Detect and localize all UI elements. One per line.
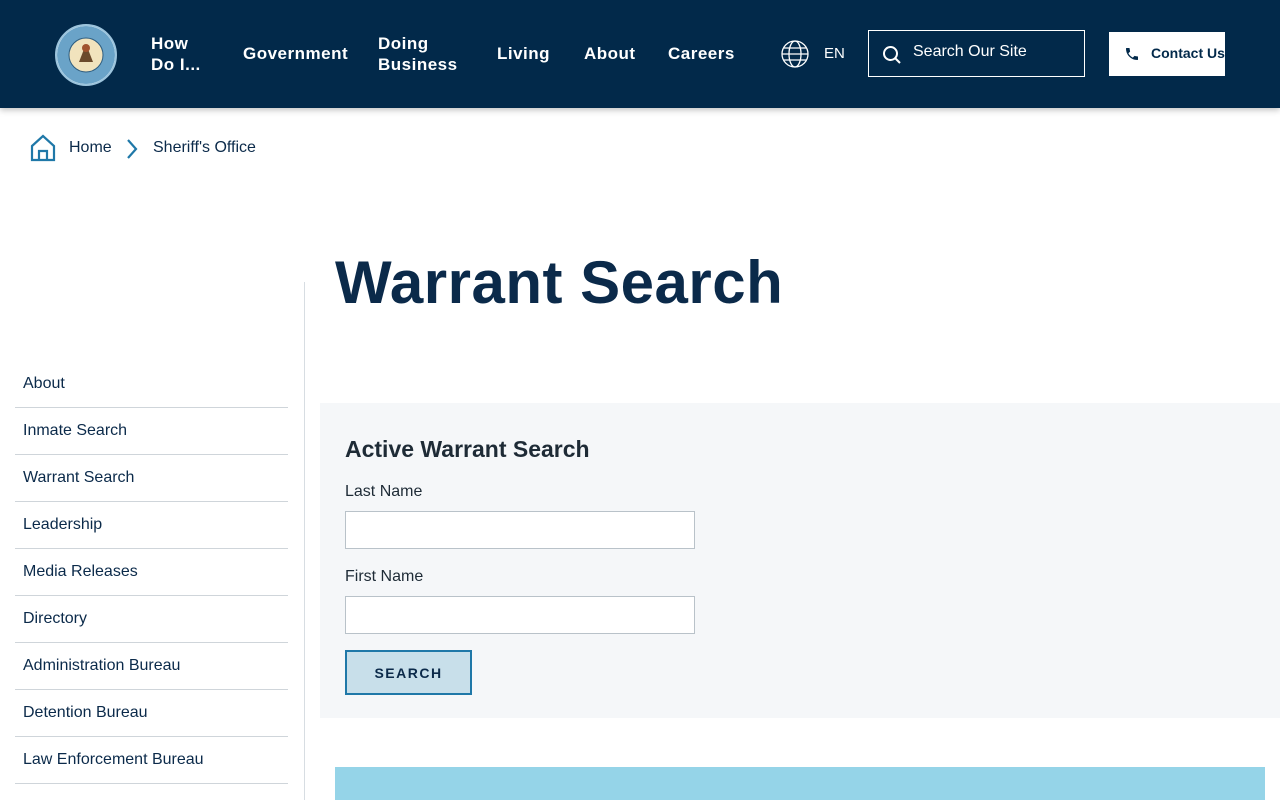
site-header: How Do I... Government Doing Business Li… <box>0 0 1280 108</box>
nav-label: Living <box>497 44 551 63</box>
sidebar-item-administration-bureau[interactable]: Administration Bureau <box>15 643 288 690</box>
search-placeholder: Search Our Site <box>913 43 1027 60</box>
sidebar-divider <box>304 282 305 800</box>
panel-title: Active Warrant Search <box>345 436 590 462</box>
nav-living[interactable]: Living <box>497 43 550 64</box>
nav-label: Business <box>378 55 458 74</box>
breadcrumb-home[interactable]: Home <box>69 139 112 157</box>
sidebar-item-label: Media Releases <box>23 563 138 580</box>
sidebar-item-detention-bureau[interactable]: Detention Bureau <box>15 690 288 737</box>
contact-us-button[interactable]: Contact Us <box>1109 32 1225 76</box>
site-search-input[interactable]: Search Our Site <box>868 30 1085 77</box>
sidebar-item-about[interactable]: About <box>15 361 288 408</box>
sidebar-item-law-enforcement-bureau[interactable]: Law Enforcement Bureau <box>15 737 288 784</box>
language-selector[interactable]: EN <box>824 45 845 62</box>
sidebar-item-inmate-search[interactable]: Inmate Search <box>15 408 288 455</box>
nav-how-do-i[interactable]: How Do I... <box>151 33 201 75</box>
globe-icon[interactable] <box>780 39 810 69</box>
nav-label: Doing <box>378 34 429 53</box>
nav-label: About <box>584 44 636 63</box>
sidebar-item-label: Administration Bureau <box>23 657 181 674</box>
nav-doing-business[interactable]: Doing Business <box>378 33 458 75</box>
sidebar-item-label: Directory <box>23 610 88 627</box>
chevron-right-icon <box>127 139 138 159</box>
nav-government[interactable]: Government <box>243 43 348 64</box>
nav-label: Government <box>243 44 349 63</box>
nav-label: Do I... <box>151 55 201 74</box>
contact-us-label: Contact Us <box>1151 45 1225 61</box>
sidebar-item-warrant-search[interactable]: Warrant Search <box>15 455 288 502</box>
sidebar-item-label: Leadership <box>23 516 103 533</box>
sidebar-item-leadership[interactable]: Leadership <box>15 502 288 549</box>
nav-label: Careers <box>668 44 735 63</box>
nav-careers[interactable]: Careers <box>668 43 735 64</box>
search-icon <box>883 46 901 64</box>
sidebar-item-label: Detention Bureau <box>23 704 148 721</box>
nav-about[interactable]: About <box>584 43 636 64</box>
sidebar-item-label: Law Enforcement Bureau <box>23 751 204 768</box>
nav-label: How <box>151 34 189 53</box>
sidebar-item-label: About <box>23 375 65 392</box>
phone-icon <box>1126 48 1138 60</box>
sidebar-item-label: Warrant Search <box>23 469 135 486</box>
last-name-field[interactable] <box>345 511 695 549</box>
search-button[interactable]: SEARCH <box>345 650 472 695</box>
breadcrumb-current[interactable]: Sheriff's Office <box>153 139 256 157</box>
warrant-search-panel: Active Warrant Search Last Name First Na… <box>320 403 1280 718</box>
last-name-label: Last Name <box>345 483 423 500</box>
sidebar-nav: About Inmate Search Warrant Search Leade… <box>15 361 288 784</box>
county-seal-logo[interactable] <box>55 24 117 86</box>
sidebar-item-label: Inmate Search <box>23 422 128 439</box>
first-name-field[interactable] <box>345 596 695 634</box>
info-banner <box>335 767 1265 800</box>
home-icon[interactable] <box>30 134 56 162</box>
page-title: Warrant Search <box>335 249 784 316</box>
sidebar-item-media-releases[interactable]: Media Releases <box>15 549 288 596</box>
first-name-label: First Name <box>345 568 424 585</box>
sidebar-item-directory[interactable]: Directory <box>15 596 288 643</box>
